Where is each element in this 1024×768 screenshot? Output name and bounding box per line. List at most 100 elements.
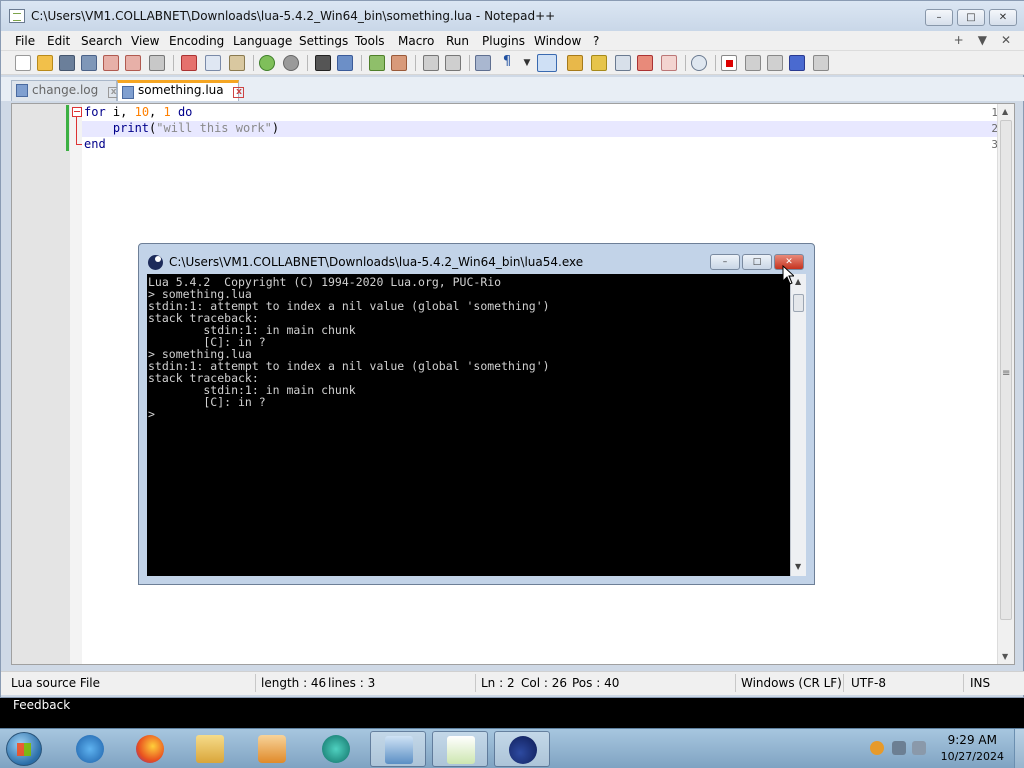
tab-something-lua[interactable]: something.lua x [117,80,245,101]
menu-search[interactable]: Search [81,34,122,48]
menu-view[interactable]: View [131,34,159,48]
taskbar-control-panel[interactable] [370,731,426,767]
replace-icon[interactable] [337,55,353,71]
save-icon[interactable] [59,55,75,71]
dropdown-arrow-icon[interactable]: ▼ [519,55,535,71]
cut-icon[interactable] [181,55,197,71]
menu-edit[interactable]: Edit [47,34,70,48]
menu-window[interactable]: Window [534,34,581,48]
lua-app-icon[interactable] [148,255,163,270]
scroll-up-icon[interactable]: ▲ [795,277,801,286]
sync-horizontal-icon[interactable] [445,55,461,71]
run-macro-multiple-icon[interactable] [789,55,805,71]
menu-plugins[interactable]: Plugins [482,34,525,48]
user-defined-language-icon[interactable] [567,55,583,71]
status-encoding[interactable]: UTF-8 [851,676,886,690]
copy-icon[interactable] [205,55,221,71]
sync-vertical-icon[interactable] [423,55,439,71]
indent-guide-icon[interactable] [537,54,557,72]
save-all-icon[interactable] [81,55,97,71]
fold-toggle-icon[interactable] [72,107,82,117]
stop-macro-icon[interactable] [745,55,761,71]
console-minimize-button[interactable]: – [710,254,740,270]
separator: , [149,105,164,119]
undo-icon[interactable] [259,55,275,71]
open-file-icon[interactable] [37,55,53,71]
redo-icon[interactable] [283,55,299,71]
start-button[interactable] [6,732,42,766]
menu-encoding[interactable]: Encoding [169,34,224,48]
taskbar-media-player[interactable] [244,731,300,767]
zoom-in-icon[interactable] [369,55,385,71]
menu-run[interactable]: Run [446,34,469,48]
toolbar-separator [469,55,470,71]
taskbar-browser-app[interactable] [308,731,364,767]
close-document-icon[interactable]: ✕ [1001,33,1011,47]
zoom-out-icon[interactable] [391,55,407,71]
code-line-2[interactable]: print("will this work") [84,121,279,135]
volume-icon[interactable] [912,741,926,755]
record-macro-icon[interactable] [721,55,737,71]
console-vertical-scrollbar[interactable]: ▲ ▼ [790,274,806,576]
save-macro-icon[interactable] [813,55,829,71]
scroll-down-icon[interactable]: ▼ [1002,652,1008,661]
folder-as-workspace-icon[interactable] [637,55,653,71]
keyword: for [84,105,106,119]
search-tray-icon[interactable] [870,741,884,755]
menu-language[interactable]: Language [233,34,292,48]
show-all-chars-icon[interactable]: ¶ [499,55,515,71]
clock-date: 10/27/2024 [940,750,1004,763]
tab-close-icon[interactable]: x [233,87,245,98]
tab-list-icon[interactable]: ▼ [978,33,987,47]
console-output[interactable]: Lua 5.4.2 Copyright (C) 1994-2020 Lua.or… [147,274,790,576]
menu-help[interactable]: ? [593,34,599,48]
editor-vertical-scrollbar[interactable]: ▲ ≡ ▼ [997,104,1014,664]
lua-console-window[interactable]: C:\Users\VM1.COLLABNET\Downloads\lua-5.4… [138,243,815,585]
show-desktop-button[interactable] [1014,729,1024,768]
monitoring-icon[interactable] [661,55,677,71]
clock[interactable]: 9:29 AM 10/27/2024 [941,733,1004,763]
internet-explorer-icon [76,735,104,763]
mouse-cursor-icon [782,265,794,285]
network-icon[interactable] [892,741,906,755]
close-file-icon[interactable] [103,55,119,71]
function-list-icon[interactable] [615,55,631,71]
new-tab-icon[interactable]: + [954,33,964,47]
menu-macro[interactable]: Macro [398,34,434,48]
menu-file[interactable]: File [15,34,35,48]
scroll-down-icon[interactable]: ▼ [795,562,801,571]
maximize-button[interactable]: □ [957,9,985,26]
view-icon[interactable] [691,55,707,71]
new-file-icon[interactable] [15,55,31,71]
play-macro-icon[interactable] [767,55,783,71]
taskbar-lua[interactable] [494,731,550,767]
status-insert-mode[interactable]: INS [970,676,990,690]
notepad-app-icon[interactable] [9,9,25,23]
code-line-3[interactable]: end [84,137,106,151]
window-title: C:\Users\VM1.COLLABNET\Downloads\lua-5.4… [31,9,556,23]
close-button[interactable]: ✕ [989,9,1017,26]
find-icon[interactable] [315,55,331,71]
menu-settings[interactable]: Settings [299,34,348,48]
status-eol[interactable]: Windows (CR LF) [741,676,842,690]
minimize-button[interactable]: – [925,9,953,26]
console-maximize-button[interactable]: □ [742,254,772,270]
tab-change-log[interactable]: change.log x [11,80,120,101]
paste-icon[interactable] [229,55,245,71]
code-line-1[interactable]: for i, 10, 1 do [84,105,192,119]
word-wrap-icon[interactable] [475,55,491,71]
taskbar-file-explorer[interactable] [182,731,238,767]
title-bar[interactable]: C:\Users\VM1.COLLABNET\Downloads\lua-5.4… [1,1,1024,31]
document-map-icon[interactable] [591,55,607,71]
scroll-up-icon[interactable]: ▲ [1002,107,1008,116]
menu-tools[interactable]: Tools [355,34,385,48]
scroll-thumb[interactable] [793,294,804,312]
close-all-icon[interactable] [125,55,141,71]
console-prompt[interactable]: > [148,408,789,420]
console-line: [C]: in ? [148,395,266,409]
print-icon[interactable] [149,55,165,71]
feedback-link[interactable]: Feedback [13,698,70,712]
taskbar-firefox[interactable] [122,731,178,767]
taskbar-notepad-plus-plus[interactable] [432,731,488,767]
taskbar-internet-explorer[interactable] [62,731,118,767]
